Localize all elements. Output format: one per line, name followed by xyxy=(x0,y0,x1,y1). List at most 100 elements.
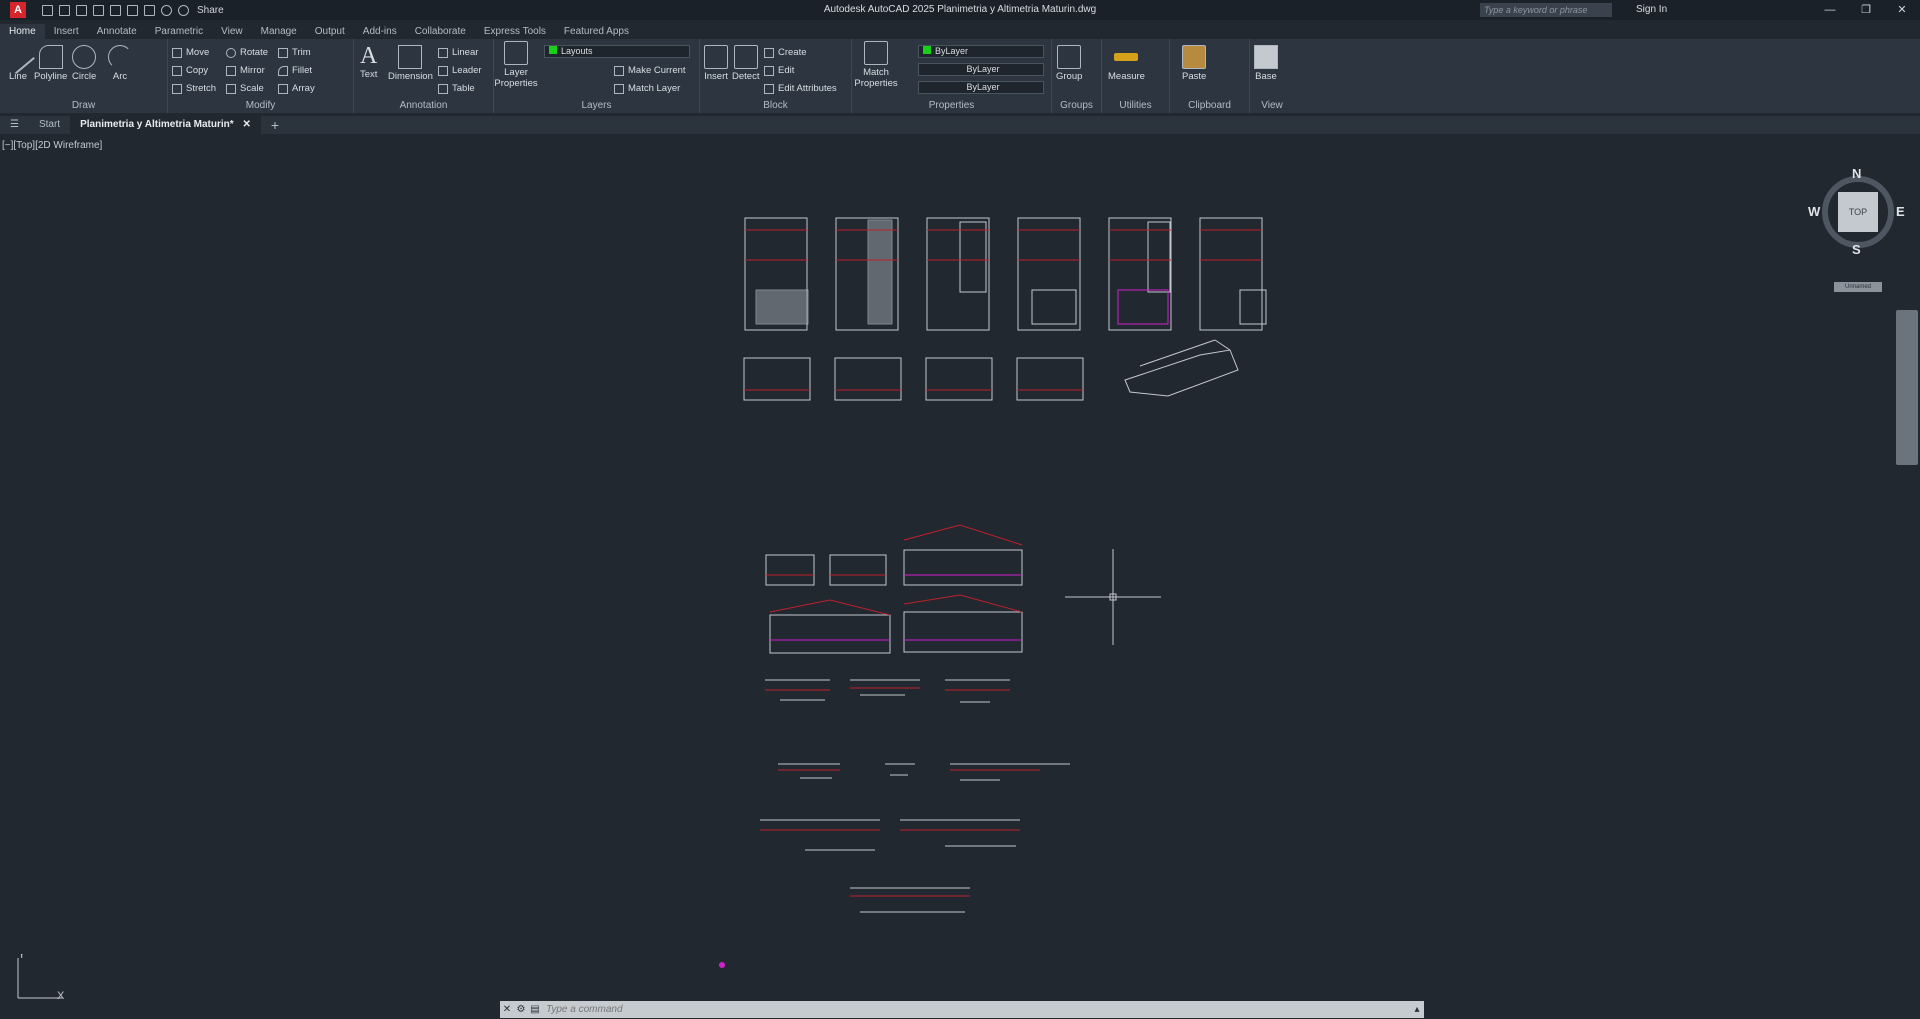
leader-button[interactable]: Leader xyxy=(438,65,482,76)
circle-tool[interactable]: Circle xyxy=(72,45,96,82)
scale-button[interactable]: Scale xyxy=(226,83,264,94)
detect-label: Detect xyxy=(732,71,760,82)
stretch-icon xyxy=(172,83,182,94)
block-panel-label[interactable]: Block xyxy=(700,100,851,111)
tab-add-ins[interactable]: Add-ins xyxy=(354,24,406,39)
mirror-button[interactable]: Mirror xyxy=(226,65,265,76)
restore-button[interactable]: ❐ xyxy=(1848,0,1884,20)
minimize-button[interactable]: — xyxy=(1812,0,1848,20)
view-panel-label[interactable]: View xyxy=(1250,100,1294,111)
compass-south[interactable]: S xyxy=(1852,242,1861,257)
tab-collaborate[interactable]: Collaborate xyxy=(406,24,475,39)
annotation-panel-label[interactable]: Annotation xyxy=(354,100,493,111)
trim-button[interactable]: Trim xyxy=(278,47,311,58)
clipboard-panel-label[interactable]: Clipboard xyxy=(1170,100,1249,111)
group-tool[interactable]: Group xyxy=(1056,45,1082,82)
tab-express-tools[interactable]: Express Tools xyxy=(475,24,555,39)
tab-home[interactable]: Home xyxy=(0,24,45,39)
groups-panel-label[interactable]: Groups xyxy=(1052,100,1101,111)
command-input[interactable] xyxy=(542,1004,1410,1015)
edit-block-button[interactable]: Edit xyxy=(764,65,794,76)
save-web-icon[interactable] xyxy=(127,4,138,16)
start-tab[interactable]: Start xyxy=(29,116,70,134)
pickbox-marker xyxy=(719,962,725,968)
line-icon xyxy=(1,40,35,74)
hamburger-menu-icon[interactable]: ☰ xyxy=(0,116,29,134)
new-tab-button[interactable]: + xyxy=(261,116,289,134)
modify-panel-label[interactable]: Modify xyxy=(168,100,353,111)
undo-icon[interactable] xyxy=(161,4,172,16)
navigation-bar[interactable] xyxy=(1896,310,1918,465)
command-history-icon[interactable]: ▤ xyxy=(528,1004,542,1015)
plot-icon[interactable] xyxy=(144,4,155,16)
compass-north[interactable]: N xyxy=(1852,166,1861,181)
search-input[interactable]: Type a keyword or phrase xyxy=(1480,3,1612,17)
compass-west[interactable]: W xyxy=(1808,204,1820,219)
table-button[interactable]: Table xyxy=(438,83,475,94)
linear-button[interactable]: Linear xyxy=(438,47,478,58)
text-tool[interactable]: A Text xyxy=(360,43,377,80)
linetype-dropdown[interactable]: ByLayer xyxy=(918,63,1044,76)
tab-manage[interactable]: Manage xyxy=(252,24,306,39)
move-button[interactable]: Move xyxy=(172,47,209,58)
line-tool[interactable]: Line xyxy=(1,40,35,82)
command-close-icon[interactable]: ✕ xyxy=(500,1004,514,1015)
command-expand-icon[interactable]: ▴ xyxy=(1410,1004,1424,1015)
detect-tool[interactable]: Detect xyxy=(732,45,759,82)
measure-tool[interactable]: Measure xyxy=(1108,45,1145,82)
detail-red-lines xyxy=(760,687,1040,897)
isometric-view xyxy=(1124,349,1239,397)
fillet-button[interactable]: Fillet xyxy=(278,65,312,76)
insert-tool[interactable]: Insert xyxy=(704,45,728,82)
tab-annotate[interactable]: Annotate xyxy=(88,24,146,39)
utilities-panel-label[interactable]: Utilities xyxy=(1102,100,1169,111)
edit-attributes-button[interactable]: Edit Attributes xyxy=(764,83,837,94)
redo-icon[interactable] xyxy=(178,4,189,16)
paste-tool[interactable]: Paste xyxy=(1182,45,1206,82)
properties-panel-label[interactable]: Properties xyxy=(852,100,1051,111)
stretch-button[interactable]: Stretch xyxy=(172,83,216,94)
array-button[interactable]: Array xyxy=(278,83,315,94)
close-button[interactable]: ✕ xyxy=(1884,0,1920,20)
tab-insert[interactable]: Insert xyxy=(45,24,88,39)
command-customize-icon[interactable]: ⚙ xyxy=(514,1004,528,1015)
drawing-canvas[interactable] xyxy=(0,134,1920,999)
share-button[interactable]: Share xyxy=(197,5,224,16)
save-icon[interactable] xyxy=(76,4,87,16)
dimension-tool[interactable]: Dimension xyxy=(388,45,433,82)
app-logo[interactable]: A xyxy=(10,2,26,18)
save-as-icon[interactable] xyxy=(93,4,104,16)
insert-label: Insert xyxy=(704,71,728,82)
drawing-tab[interactable]: Planimetria y Altimetria Maturin* ✕ xyxy=(70,116,261,134)
tab-output[interactable]: Output xyxy=(306,24,354,39)
sign-in-button[interactable]: Sign In xyxy=(1636,4,1667,15)
open-web-icon[interactable] xyxy=(110,4,121,16)
tab-featured-apps[interactable]: Featured Apps xyxy=(555,24,638,39)
arc-tool[interactable]: Arc xyxy=(108,45,132,82)
layers-stack-icon xyxy=(504,41,528,65)
copy-button[interactable]: Copy xyxy=(172,65,208,76)
ucs-menu[interactable]: Unnamed xyxy=(1834,282,1882,292)
document-tabs: ☰ Start Planimetria y Altimetria Maturin… xyxy=(0,116,1920,134)
new-file-icon[interactable] xyxy=(42,4,53,16)
layer-dropdown[interactable]: Layouts xyxy=(544,45,690,58)
layers-panel-label[interactable]: Layers xyxy=(494,100,699,111)
open-file-icon[interactable] xyxy=(59,4,70,16)
match-properties-tool[interactable]: Match Properties xyxy=(854,41,898,89)
color-dropdown[interactable]: ByLayer xyxy=(918,45,1044,58)
layer-properties-tool[interactable]: Layer Properties xyxy=(494,41,538,89)
rotate-button[interactable]: Rotate xyxy=(226,47,268,58)
tab-parametric[interactable]: Parametric xyxy=(146,24,212,39)
create-block-button[interactable]: Create xyxy=(764,47,807,58)
viewcube-face[interactable]: TOP xyxy=(1838,192,1878,232)
close-tab-icon[interactable]: ✕ xyxy=(242,119,250,130)
compass-east[interactable]: E xyxy=(1896,204,1905,219)
make-current-button[interactable]: Make Current xyxy=(614,65,686,76)
viewcube[interactable]: TOP N S E W xyxy=(1808,166,1905,258)
lineweight-dropdown[interactable]: ByLayer xyxy=(918,81,1044,94)
draw-panel-label[interactable]: Draw xyxy=(0,100,167,111)
polyline-tool[interactable]: Polyline xyxy=(34,45,67,82)
tab-view[interactable]: View xyxy=(212,24,252,39)
base-tool[interactable]: Base xyxy=(1254,45,1278,82)
match-layer-button[interactable]: Match Layer xyxy=(614,83,680,94)
